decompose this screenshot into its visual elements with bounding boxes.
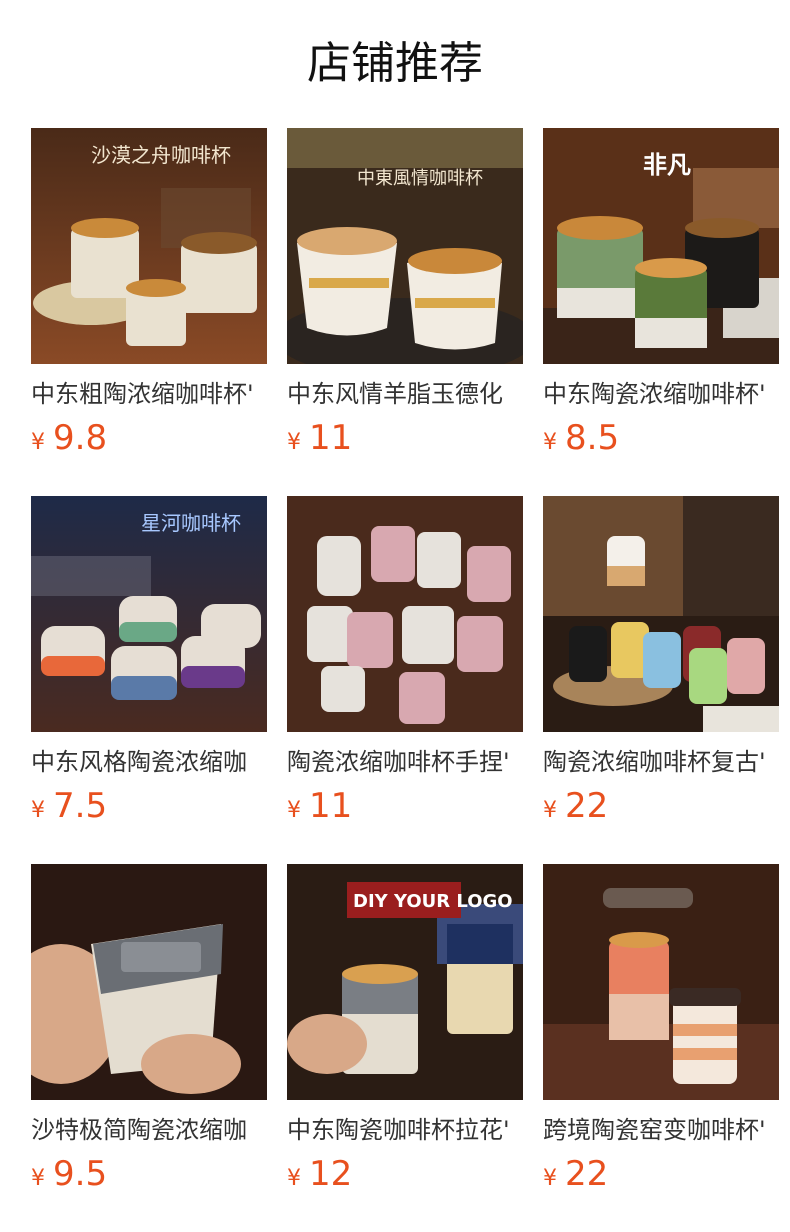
price-value: 7.5 (53, 786, 108, 826)
product-grid: 沙漠之舟咖啡杯 中东粗陶浓缩咖啡杯' ¥ 9.8 中東風情咖啡杯 中东风情羊脂玉… (31, 128, 779, 1232)
product-image[interactable] (31, 864, 267, 1100)
price-value: 11 (309, 418, 353, 458)
photo-green-black-cups-icon: 非凡 (543, 128, 779, 364)
currency-symbol: ¥ (31, 1166, 45, 1191)
product-price: ¥ 8.5 (543, 418, 779, 458)
photo-pink-white-cups-icon (287, 496, 523, 732)
product-price: ¥ 22 (543, 786, 779, 826)
product-title[interactable]: 中东风格陶瓷浓缩咖 (31, 746, 267, 778)
product-card[interactable]: 星河咖啡杯 中东风格陶瓷浓缩咖 ¥ 7.5 (31, 496, 267, 864)
product-image[interactable]: DIY YOUR LOGO (287, 864, 523, 1100)
currency-symbol: ¥ (31, 430, 45, 455)
image-caption: DIY YOUR LOGO (353, 891, 513, 912)
photo-glaze-cups-icon (543, 864, 779, 1100)
product-title[interactable]: 陶瓷浓缩咖啡杯复古' (543, 746, 779, 778)
product-title[interactable]: 陶瓷浓缩咖啡杯手捏' (287, 746, 523, 778)
price-value: 22 (565, 786, 609, 826)
photo-colorful-cups-icon (543, 496, 779, 732)
image-caption: 非凡 (643, 150, 691, 179)
product-price: ¥ 9.5 (31, 1154, 267, 1194)
product-card[interactable]: 沙漠之舟咖啡杯 中东粗陶浓缩咖啡杯' ¥ 9.8 (31, 128, 267, 496)
image-caption: 中東風情咖啡杯 (357, 168, 483, 189)
price-value: 8.5 (565, 418, 620, 458)
product-card[interactable]: DIY YOUR LOGO 中东陶瓷咖啡杯拉花' ¥ 12 (287, 864, 523, 1232)
photo-starry-cups-icon: 星河咖啡杯 (31, 496, 267, 732)
photo-logo-cups-icon: DIY YOUR LOGO (287, 864, 523, 1100)
product-price: ¥ 7.5 (31, 786, 267, 826)
price-value: 12 (309, 1154, 353, 1194)
product-image[interactable] (543, 496, 779, 732)
product-image[interactable] (287, 496, 523, 732)
product-image[interactable]: 沙漠之舟咖啡杯 (31, 128, 267, 364)
currency-symbol: ¥ (31, 798, 45, 823)
image-caption: 星河咖啡杯 (141, 511, 241, 535)
photo-ceramic-cups-sand-icon: 沙漠之舟咖啡杯 (31, 128, 267, 364)
product-price: ¥ 9.8 (31, 418, 267, 458)
price-value: 9.8 (53, 418, 108, 458)
product-price: ¥ 12 (287, 1154, 523, 1194)
product-card[interactable]: 陶瓷浓缩咖啡杯复古' ¥ 22 (543, 496, 779, 864)
product-card[interactable]: 中東風情咖啡杯 中东风情羊脂玉德化 ¥ 11 (287, 128, 523, 496)
currency-symbol: ¥ (287, 798, 301, 823)
price-value: 9.5 (53, 1154, 108, 1194)
photo-hand-grey-cup-icon (31, 864, 267, 1100)
image-caption: 沙漠之舟咖啡杯 (91, 143, 231, 167)
product-price: ¥ 11 (287, 418, 523, 458)
currency-symbol: ¥ (543, 430, 557, 455)
product-image[interactable]: 星河咖啡杯 (31, 496, 267, 732)
product-price: ¥ 11 (287, 786, 523, 826)
product-title[interactable]: 中东粗陶浓缩咖啡杯' (31, 378, 267, 410)
product-price: ¥ 22 (543, 1154, 779, 1194)
product-card[interactable]: 跨境陶瓷窑变咖啡杯' ¥ 22 (543, 864, 779, 1232)
product-image[interactable] (543, 864, 779, 1100)
product-image[interactable]: 非凡 (543, 128, 779, 364)
product-card[interactable]: 非凡 中东陶瓷浓缩咖啡杯' ¥ 8.5 (543, 128, 779, 496)
product-card[interactable]: 陶瓷浓缩咖啡杯手捏' ¥ 11 (287, 496, 523, 864)
currency-symbol: ¥ (287, 430, 301, 455)
currency-symbol: ¥ (543, 798, 557, 823)
product-title[interactable]: 沙特极简陶瓷浓缩咖 (31, 1114, 267, 1146)
price-value: 22 (565, 1154, 609, 1194)
product-card[interactable]: 沙特极简陶瓷浓缩咖 ¥ 9.5 (31, 864, 267, 1232)
product-title[interactable]: 中东陶瓷咖啡杯拉花' (287, 1114, 523, 1146)
currency-symbol: ¥ (543, 1166, 557, 1191)
product-image[interactable]: 中東風情咖啡杯 (287, 128, 523, 364)
product-title[interactable]: 跨境陶瓷窑变咖啡杯' (543, 1114, 779, 1146)
product-title[interactable]: 中东陶瓷浓缩咖啡杯' (543, 378, 779, 410)
photo-cappuccino-cups-icon: 中東風情咖啡杯 (287, 128, 523, 364)
currency-symbol: ¥ (287, 1166, 301, 1191)
price-value: 11 (309, 786, 353, 826)
page-title: 店铺推荐 (307, 38, 483, 89)
product-title[interactable]: 中东风情羊脂玉德化 (287, 378, 523, 410)
